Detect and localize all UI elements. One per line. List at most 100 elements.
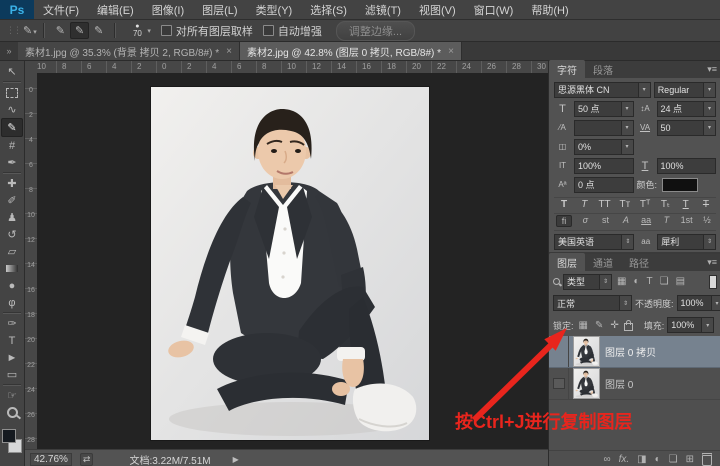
adjustment-layer-icon[interactable]: ◐ [655, 454, 661, 465]
tab-character[interactable]: 字符 [549, 60, 585, 78]
tab-channels[interactable]: 通道 [585, 253, 621, 271]
faux-italic-button[interactable]: T [576, 199, 592, 210]
filter-pixel-layers-icon[interactable]: ▦ [615, 276, 628, 287]
stylistic-alternates-button[interactable]: aa [639, 215, 653, 227]
hand-tool[interactable]: ☞ [2, 387, 22, 404]
canvas-viewport[interactable] [37, 73, 548, 450]
all-caps-button[interactable]: TT [597, 199, 613, 210]
type-tool[interactable]: T [2, 332, 22, 349]
small-caps-button[interactable]: Tᴛ [617, 199, 633, 210]
filter-type-select[interactable]: 类型 ⇕ [563, 273, 612, 290]
tool-preset-button[interactable]: ✎▾ [23, 24, 37, 37]
tab-paragraph[interactable]: 段落 [585, 60, 621, 78]
lasso-tool[interactable]: ∿ [2, 101, 22, 118]
updown-arrows-icon[interactable]: ⇕ [703, 234, 715, 249]
link-layers-icon[interactable]: ∞ [603, 454, 610, 465]
fill-field[interactable]: 100% ▾ [667, 317, 715, 333]
chevron-down-icon[interactable]: ▾ [620, 101, 633, 116]
opacity-field[interactable]: 100% ▾ [676, 295, 720, 311]
delete-layer-icon[interactable] [702, 453, 712, 466]
refine-edge-button[interactable]: 调整边缘... [335, 20, 416, 41]
menu-file[interactable]: 文件(F) [34, 2, 88, 18]
crop-tool[interactable]: # [2, 137, 22, 154]
filter-type-layers-icon[interactable]: T [645, 276, 655, 287]
panel-menu-icon[interactable]: ▾≡ [707, 257, 717, 268]
kerning-field[interactable]: ▾ [574, 119, 634, 136]
menu-view[interactable]: 视图(V) [410, 2, 465, 18]
ordinals-button[interactable]: 1st [680, 215, 694, 227]
underline-button[interactable]: T [678, 199, 694, 210]
chevron-down-icon[interactable]: ▾ [701, 318, 714, 332]
spot-healing-brush-tool[interactable]: ✚ [2, 175, 22, 192]
updown-arrows-icon[interactable]: ⇕ [619, 296, 631, 310]
menu-help[interactable]: 帮助(H) [522, 2, 577, 18]
panel-menu-icon[interactable]: ▾≡ [707, 64, 717, 75]
chevron-down-icon[interactable]: ▾ [710, 296, 720, 310]
swash-button[interactable]: A [619, 215, 633, 227]
new-layer-icon[interactable]: ⊞ [686, 454, 694, 465]
chevron-down-icon[interactable]: ▾ [637, 82, 650, 97]
shape-tool[interactable]: ▭ [2, 366, 22, 383]
blur-tool[interactable]: ● [2, 277, 22, 294]
hidden-eye-icon[interactable] [552, 378, 565, 389]
tracking-field[interactable]: 50 ▾ [656, 119, 716, 136]
filter-shape-layers-icon[interactable]: ❏ [658, 276, 671, 287]
tab-layers[interactable]: 图层 [549, 253, 585, 271]
visibility-cell[interactable] [549, 336, 569, 367]
close-icon[interactable]: × [448, 46, 454, 57]
layer-style-icon[interactable]: fx. [619, 454, 630, 465]
tab-paths[interactable]: 路径 [621, 253, 657, 271]
quick-selection-tool[interactable]: ✎ [1, 118, 23, 137]
filter-adjustment-layers-icon[interactable]: ◐ [631, 276, 641, 287]
layer-row-original[interactable]: 图层 0 [549, 368, 720, 400]
status-menu-arrow-icon[interactable]: ▶ [233, 455, 239, 464]
document-tab-1[interactable]: 素材1.jpg @ 35.3% (背景 拷贝 2, RGB/8#) * × [18, 42, 240, 60]
chevron-down-icon[interactable]: ▾ [703, 101, 715, 116]
strikethrough-button[interactable]: T [698, 199, 714, 210]
add-to-selection-mode-button[interactable]: ✎ [69, 22, 90, 39]
scrubby-zoom-icon[interactable]: ⇄ [79, 452, 94, 466]
marquee-tool[interactable] [2, 84, 22, 101]
clone-stamp-tool[interactable]: ♟ [2, 209, 22, 226]
updown-arrows-icon[interactable]: ⇕ [621, 234, 634, 249]
brush-tool[interactable]: ✐ [2, 192, 22, 209]
chevron-down-icon[interactable]: ▾ [620, 139, 633, 154]
superscript-button[interactable]: Tᵀ [637, 199, 653, 210]
history-brush-tool[interactable]: ↺ [2, 226, 22, 243]
auto-enhance-checkbox[interactable] [262, 25, 274, 36]
menu-select[interactable]: 选择(S) [301, 2, 356, 18]
close-icon[interactable]: × [226, 46, 232, 57]
path-selection-tool[interactable]: ► [2, 349, 22, 366]
gradient-tool[interactable] [2, 260, 22, 277]
fractions-button[interactable]: ½ [700, 215, 714, 227]
lock-paint-icon[interactable]: ✎ [593, 320, 605, 331]
contextual-alternates-button[interactable]: σ [578, 215, 592, 227]
titling-alternates-button[interactable]: T [659, 215, 673, 227]
new-group-icon[interactable]: ❏ [669, 454, 678, 465]
chevron-down-icon[interactable]: ▾ [703, 120, 715, 135]
menu-filter[interactable]: 滤镜(T) [356, 2, 410, 18]
chevron-down-icon[interactable]: ▾ [620, 120, 633, 135]
subtract-from-selection-mode-button[interactable]: ✎ [89, 22, 108, 39]
menu-layer[interactable]: 图层(L) [193, 2, 246, 18]
dodge-tool[interactable]: φ [2, 294, 22, 311]
discretionary-ligatures-button[interactable]: st [599, 215, 613, 227]
ligatures-button[interactable]: fi [556, 215, 572, 227]
menu-image[interactable]: 图像(I) [143, 2, 193, 18]
lock-position-icon[interactable]: ✛ [608, 320, 620, 331]
filter-toggle-switch[interactable] [709, 274, 717, 289]
font-size-field[interactable]: 50 点 ▾ [574, 100, 634, 117]
zoom-tool[interactable] [2, 404, 22, 421]
language-select[interactable]: 美国英语 ⇕ [554, 233, 635, 250]
lock-all-icon[interactable] [623, 319, 633, 331]
chevron-down-icon[interactable]: ▾ [703, 82, 715, 97]
foreground-color-swatch[interactable] [2, 429, 16, 443]
antialias-select[interactable]: 犀利 ⇕ [657, 233, 716, 250]
layer-mask-icon[interactable]: ◨ [637, 454, 646, 465]
horizontal-scale-field[interactable]: 100% [656, 157, 716, 174]
baseline-shift-field[interactable]: 0 点 [574, 176, 634, 193]
faux-bold-button[interactable]: T [556, 199, 572, 210]
font-style-select[interactable]: Regular ▾ [653, 81, 716, 98]
filter-smart-objects-icon[interactable]: ▤ [674, 276, 687, 287]
visibility-cell[interactable] [549, 368, 569, 399]
